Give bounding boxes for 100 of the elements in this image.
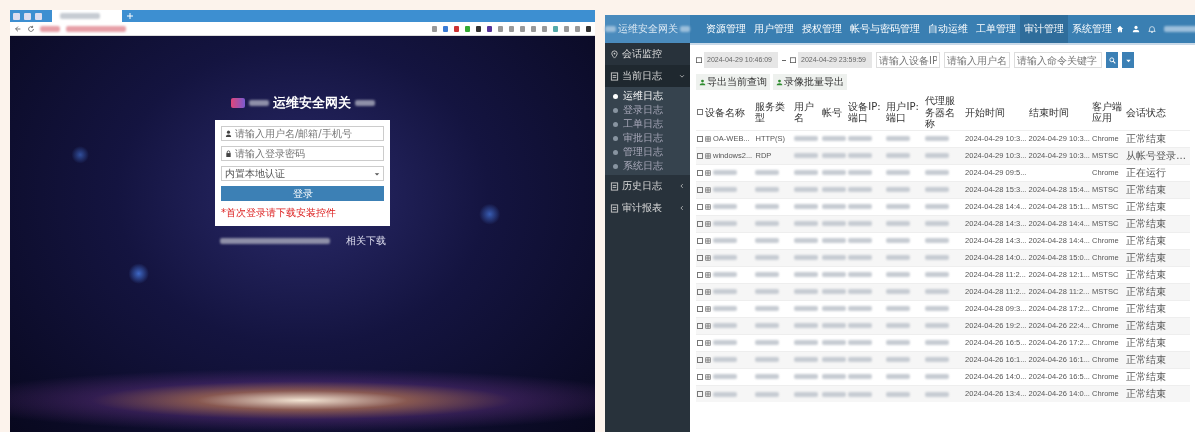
blurred-text bbox=[848, 187, 873, 193]
row-checkbox[interactable] bbox=[697, 203, 703, 210]
command-field[interactable]: 请输入命令关键字 bbox=[1014, 52, 1102, 68]
blurred-text bbox=[848, 323, 873, 329]
blurred-text bbox=[793, 221, 818, 227]
menu-tab[interactable]: 授权管理 bbox=[798, 15, 846, 43]
device-icon bbox=[705, 186, 711, 193]
blurred-text bbox=[822, 374, 846, 380]
row-checkbox[interactable] bbox=[697, 356, 703, 363]
sidebar-item[interactable]: 审计报表 bbox=[605, 197, 690, 219]
blurred-text bbox=[713, 187, 737, 193]
blurred-text bbox=[605, 26, 616, 32]
row-checkbox[interactable] bbox=[697, 271, 703, 278]
login-button[interactable]: 登录 bbox=[221, 186, 384, 201]
row-checkbox[interactable] bbox=[697, 391, 703, 398]
blurred-text bbox=[793, 170, 818, 176]
blurred-text bbox=[755, 391, 780, 397]
blurred-text bbox=[924, 323, 949, 329]
row-checkbox[interactable] bbox=[697, 220, 703, 227]
blurred-text bbox=[713, 323, 737, 329]
blurred-text bbox=[924, 153, 949, 159]
blurred-text bbox=[924, 136, 949, 142]
submenu-item[interactable]: 系统日志 bbox=[605, 159, 690, 173]
back-icon[interactable] bbox=[14, 24, 22, 33]
blurred-text bbox=[822, 323, 846, 329]
download-link[interactable]: 相关下载 bbox=[345, 234, 386, 248]
row-checkbox[interactable] bbox=[697, 339, 703, 346]
blurred-text bbox=[848, 357, 873, 363]
menu-tab[interactable]: 审计管理 bbox=[1020, 15, 1068, 43]
range-separator bbox=[782, 59, 786, 61]
row-checkbox[interactable] bbox=[697, 135, 703, 142]
blurred-text bbox=[713, 306, 737, 312]
blurred-text bbox=[822, 340, 846, 346]
menu-tab[interactable]: 帐号与密码管理 bbox=[846, 15, 924, 43]
row-checkbox[interactable] bbox=[697, 373, 703, 380]
submenu-item[interactable]: 登录日志 bbox=[605, 103, 690, 117]
auth-method-dropdown[interactable]: 内置本地认证 bbox=[221, 166, 384, 181]
row-checkbox[interactable] bbox=[697, 169, 703, 176]
bell-icon[interactable] bbox=[1148, 25, 1156, 33]
device-icon bbox=[705, 220, 711, 227]
row-checkbox[interactable] bbox=[697, 152, 703, 159]
blurred-text bbox=[848, 136, 873, 142]
sidebar-item[interactable]: 历史日志 bbox=[605, 175, 690, 197]
blurred-text bbox=[848, 391, 873, 397]
document-icon bbox=[610, 203, 619, 213]
blurred-text bbox=[793, 357, 818, 363]
menu-tab[interactable]: 资源管理 bbox=[702, 15, 750, 43]
table-cell: 正常结束 bbox=[1126, 387, 1167, 399]
blurred-text bbox=[848, 272, 873, 278]
menu-tab[interactable]: 用户管理 bbox=[750, 15, 798, 43]
select-all-checkbox[interactable] bbox=[697, 108, 703, 115]
blurred-text bbox=[924, 289, 949, 295]
blurred-text bbox=[755, 204, 780, 210]
password-field[interactable]: 请输入登录密码 bbox=[221, 146, 384, 161]
username-field[interactable]: 请输入用户名/邮箱/手机号 bbox=[221, 126, 384, 141]
user-icon[interactable] bbox=[1132, 25, 1140, 33]
new-tab-icon[interactable] bbox=[126, 12, 134, 20]
blurred-text bbox=[924, 374, 949, 380]
blurred-text bbox=[822, 357, 846, 363]
table-cell: 正常结束 bbox=[1126, 319, 1167, 331]
blurred-text bbox=[822, 306, 846, 312]
submenu-item[interactable]: 管理日志 bbox=[605, 145, 690, 159]
row-checkbox[interactable] bbox=[697, 186, 703, 193]
row-checkbox[interactable] bbox=[697, 305, 703, 312]
blurred-text bbox=[822, 153, 846, 159]
reload-icon[interactable] bbox=[27, 24, 35, 33]
row-checkbox[interactable] bbox=[697, 237, 703, 244]
blurred-text bbox=[886, 272, 911, 278]
table-cell: 正常结束 bbox=[1126, 234, 1167, 246]
device-icon bbox=[705, 373, 711, 380]
blurred-text bbox=[848, 221, 873, 227]
blurred-text bbox=[924, 340, 949, 346]
column-header: 代理服务器名称 bbox=[924, 94, 955, 129]
blurred-text bbox=[886, 221, 911, 227]
table-cell: 正常结束 bbox=[1126, 200, 1167, 212]
menu-tab[interactable]: 工单管理 bbox=[972, 15, 1020, 43]
submenu-item[interactable]: 工单日志 bbox=[605, 117, 690, 131]
export-button[interactable]: 录像批量导出 bbox=[773, 74, 847, 90]
device-ip-field[interactable]: 请输入设备IP bbox=[876, 52, 940, 68]
menu-tab[interactable]: 系统管理 bbox=[1068, 15, 1116, 43]
submenu-item[interactable]: 运维日志 bbox=[605, 89, 690, 103]
blurred-text bbox=[679, 26, 690, 32]
username-field[interactable]: 请输入用户名 bbox=[944, 52, 1010, 68]
export-button[interactable]: 导出当前查询 bbox=[696, 74, 770, 90]
search-button[interactable] bbox=[1106, 52, 1118, 68]
blurred-text bbox=[793, 289, 818, 295]
blurred-text bbox=[822, 238, 846, 244]
row-checkbox[interactable] bbox=[697, 254, 703, 261]
row-checkbox[interactable] bbox=[697, 288, 703, 295]
column-header: 帐号 bbox=[822, 106, 842, 117]
blurred-text bbox=[848, 306, 873, 312]
blurred-text bbox=[755, 374, 780, 380]
sidebar-item[interactable]: 会话监控 bbox=[605, 43, 690, 65]
home-icon[interactable] bbox=[1116, 25, 1124, 33]
submenu-item[interactable]: 审批日志 bbox=[605, 131, 690, 145]
blurred-text bbox=[886, 340, 911, 346]
blurred-text bbox=[755, 340, 780, 346]
blurred-text bbox=[755, 357, 780, 363]
row-checkbox[interactable] bbox=[697, 322, 703, 329]
menu-tab[interactable]: 自动运维 bbox=[924, 15, 972, 43]
